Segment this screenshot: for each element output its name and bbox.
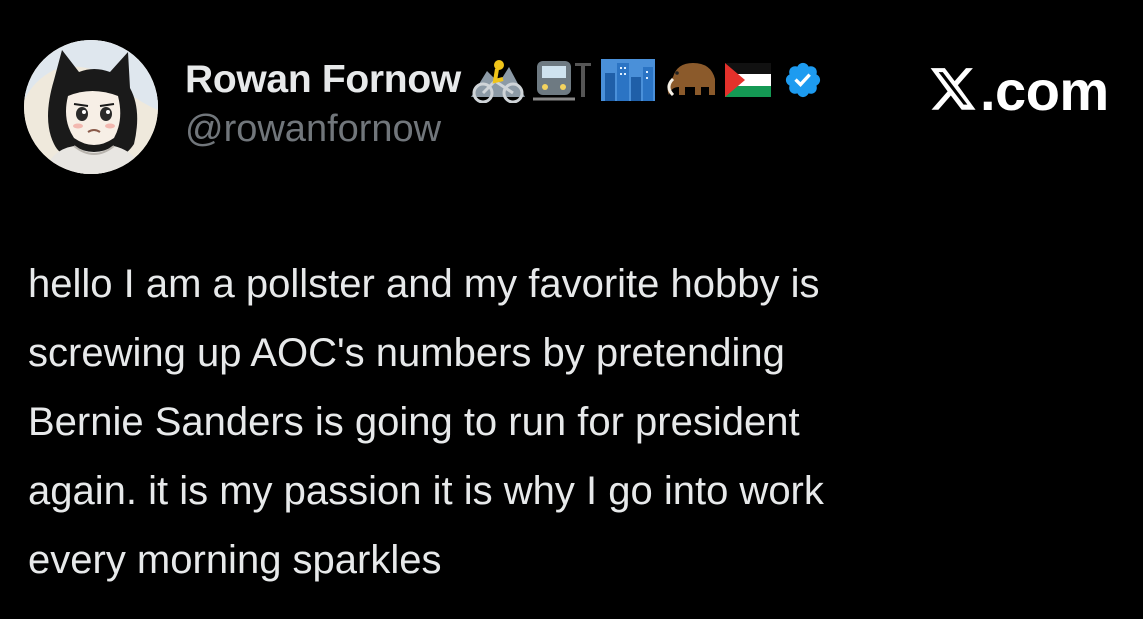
x-logo-icon bbox=[928, 67, 980, 114]
author-handle[interactable]: @rowanfornow bbox=[185, 108, 441, 151]
avatar[interactable] bbox=[24, 40, 158, 174]
brand-domain-label: .com bbox=[980, 59, 1109, 122]
mammoth-icon bbox=[663, 57, 719, 103]
train-icon bbox=[532, 57, 593, 103]
cityscape-icon bbox=[599, 57, 657, 103]
author-name-row: Rowan Fornow bbox=[185, 56, 823, 104]
author-display-name[interactable]: Rowan Fornow bbox=[185, 58, 461, 102]
tweet-card: Rowan Fornow @rowanfornow .com hello I a… bbox=[0, 0, 1143, 619]
mountain-biker-icon bbox=[469, 57, 527, 103]
tweet-text: hello I am a pollster and my favorite ho… bbox=[28, 262, 824, 582]
verified-badge-icon bbox=[783, 60, 823, 100]
palestine-flag-icon bbox=[724, 63, 771, 97]
x-brand: .com bbox=[928, 58, 1109, 123]
name-emoji-list bbox=[469, 57, 777, 103]
